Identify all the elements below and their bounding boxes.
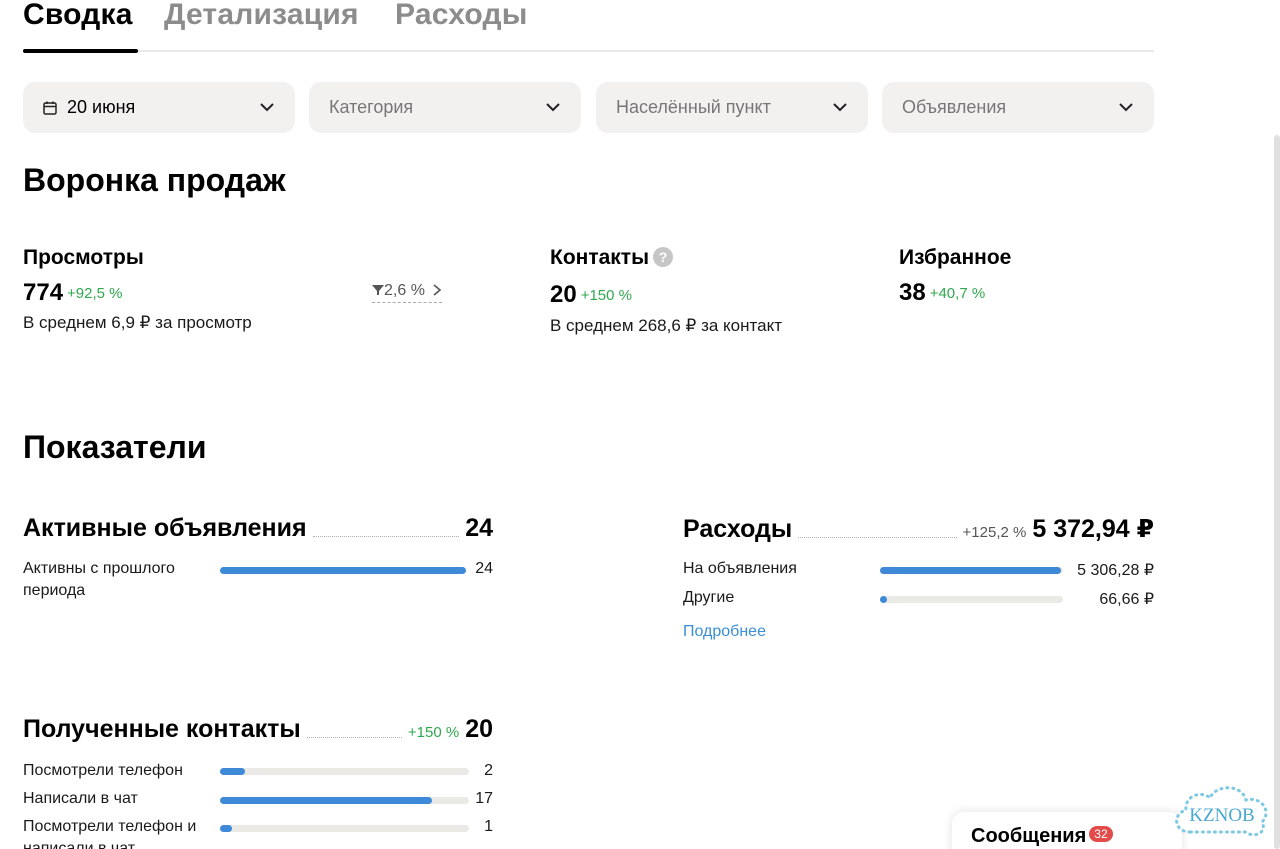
filter-bar: 20 июня Категория Населённый пункт Объяв… <box>23 82 1154 133</box>
contacts-title: Контакты <box>550 246 650 269</box>
watermark-logo: KZNOB <box>1175 786 1268 837</box>
progress-fill <box>880 596 888 603</box>
bar-value: 5 306,28 ₽ <box>1077 562 1154 579</box>
tab-details[interactable]: Детализация <box>164 0 359 32</box>
contacts-average: В среднем 268,6 ₽ за контакт <box>550 316 782 335</box>
funnel-filter-icon <box>372 285 384 295</box>
views-delta: +92,5 % <box>67 285 123 302</box>
tab-bar: Сводка Детализация Расходы <box>23 0 1154 53</box>
conversion-link[interactable]: 2,6 % <box>372 282 443 303</box>
views-value: 774 <box>23 279 64 306</box>
dotted-leader <box>798 537 957 538</box>
messages-label: Сообщения <box>971 825 1087 847</box>
locality-filter[interactable]: Населённый пункт <box>596 82 868 133</box>
bar-label: Посмотрели телефон и написали в чат <box>23 818 197 849</box>
progress-bar <box>220 768 469 775</box>
more-details-link[interactable]: Подробнее <box>683 623 766 641</box>
progress-bar <box>220 797 469 804</box>
locality-filter-placeholder: Населённый пункт <box>616 97 771 117</box>
bar-value: 66,66 ₽ <box>1099 591 1154 608</box>
expenses-title: Расходы <box>683 515 793 543</box>
favorites-delta: +40,7 % <box>929 285 986 302</box>
active-tab-indicator <box>23 49 138 53</box>
dotted-leader <box>306 737 402 738</box>
bar-value: 17 <box>475 790 493 807</box>
bar-label: Посмотрели телефон <box>23 762 183 779</box>
bar-label: Активны с прошлого периода <box>23 560 175 599</box>
tab-summary[interactable]: Сводка <box>23 0 133 32</box>
dotted-leader <box>312 536 460 537</box>
favorites-value-group: 38 +40,7 % <box>899 279 985 307</box>
date-filter-value: 20 июня <box>67 97 136 117</box>
tab-expenses[interactable]: Расходы <box>395 0 528 32</box>
date-filter[interactable]: 20 июня <box>23 82 295 133</box>
progress-fill <box>220 797 432 804</box>
contacts-title-group: Контакты? <box>550 246 674 270</box>
bar-value: 24 <box>475 560 493 577</box>
indicators-heading: Показатели <box>23 429 207 465</box>
contacts-value-group: 20 +150 % <box>550 281 632 309</box>
received-contacts-delta: +150 % <box>407 724 460 741</box>
bar-value: 2 <box>484 762 493 779</box>
expenses-delta: +125,2 % <box>962 524 1027 541</box>
progress-fill <box>220 825 233 832</box>
messages-button[interactable]: Сообщения 32 <box>952 812 1182 849</box>
contacts-value: 20 <box>550 281 577 308</box>
category-filter-placeholder: Категория <box>329 97 414 117</box>
chevron-down-icon <box>833 103 847 112</box>
watermark-text: KZNOB <box>1189 805 1254 826</box>
favorites-title: Избранное <box>899 246 1012 269</box>
views-average: В среднем 6,9 ₽ за просмотр <box>23 313 252 332</box>
favorites-value: 38 <box>899 279 926 306</box>
messages-count-badge: 32 <box>1089 826 1113 842</box>
progress-bar <box>220 567 466 574</box>
active-ads-title: Активные объявления <box>23 514 307 542</box>
bar-label: На объявления <box>683 560 797 577</box>
conversion-value: 2,6 % <box>384 282 425 299</box>
chevron-down-icon <box>546 103 560 112</box>
chevron-down-icon <box>1119 103 1133 112</box>
bar-label: Другие <box>683 589 735 606</box>
category-filter[interactable]: Категория <box>309 82 581 133</box>
chevron-right-icon <box>433 284 442 296</box>
contacts-delta: +150 % <box>580 287 632 304</box>
bar-value: 1 <box>484 818 493 835</box>
active-ads-value: 24 <box>465 514 493 542</box>
expenses-value: 5 372,94 ₽ <box>1032 515 1154 543</box>
help-icon[interactable]: ? <box>653 247 674 267</box>
received-contacts-header: Полученные контакты +150 % 20 <box>23 715 493 744</box>
bar-label: Написали в чат <box>23 790 138 807</box>
progress-fill <box>220 567 466 574</box>
received-contacts-title: Полученные контакты <box>23 715 301 743</box>
progress-fill <box>220 768 245 775</box>
active-ads-header: Активные объявления 24 <box>23 514 493 543</box>
expenses-header: Расходы +125,2 % 5 372,94 ₽ <box>683 514 1154 544</box>
ads-filter[interactable]: Объявления <box>882 82 1154 133</box>
views-title: Просмотры <box>23 246 144 269</box>
scrollbar[interactable] <box>1274 135 1280 849</box>
views-value-group: 774 +92,5 % <box>23 279 123 307</box>
ads-filter-placeholder: Объявления <box>902 97 1007 117</box>
received-contacts-value: 20 <box>465 715 493 743</box>
calendar-icon <box>43 101 57 115</box>
progress-bar <box>220 825 469 832</box>
chevron-down-icon <box>260 103 274 112</box>
funnel-heading: Воронка продаж <box>23 162 286 198</box>
